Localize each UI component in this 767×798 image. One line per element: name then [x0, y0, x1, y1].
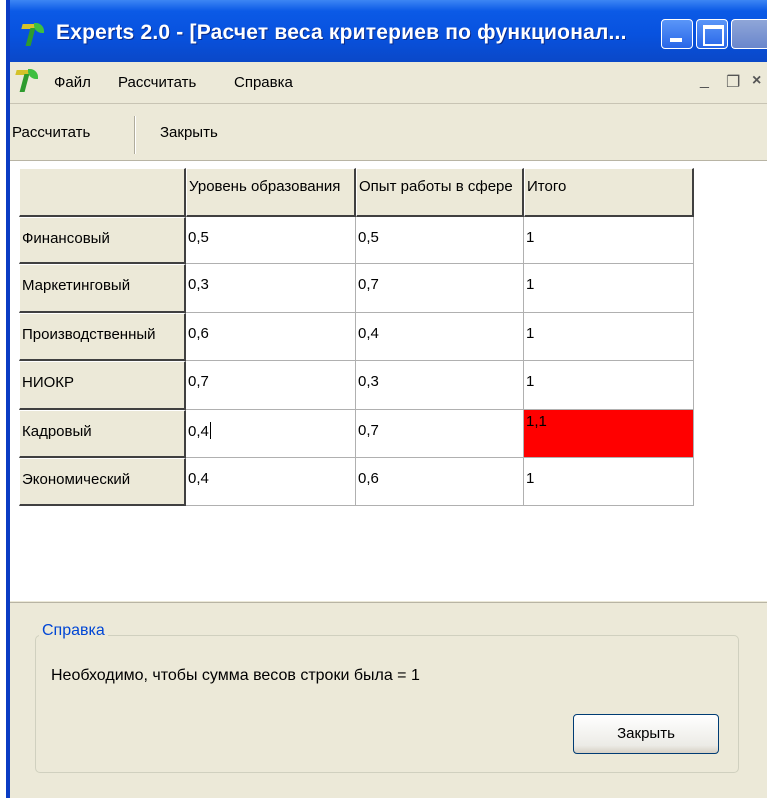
column-header-label: Опыт работы в сфере [359, 178, 513, 195]
row-label: Экономический [22, 471, 131, 488]
column-header[interactable]: Уровень образования [186, 168, 356, 217]
grid-cell[interactable]: 0,3 [186, 264, 356, 313]
column-header-label: Уровень образования [189, 178, 341, 195]
row-header[interactable]: Финансовый [19, 217, 186, 264]
grid-cell[interactable]: 0,3 [356, 361, 524, 410]
menu-help[interactable]: Справка [234, 74, 293, 91]
cell-value: 0,7 [358, 276, 379, 293]
total-cell[interactable]: 1 [524, 458, 694, 506]
cell-value: 0,6 [188, 325, 209, 342]
grid-cell[interactable]: 0,6 [186, 313, 356, 361]
close-window-icon[interactable] [731, 19, 767, 49]
grid-cell[interactable]: 0,7 [186, 361, 356, 410]
cell-value: 0,3 [358, 373, 379, 390]
cell-value: 0,3 [188, 276, 209, 293]
total-cell[interactable]: 1 [524, 264, 694, 313]
cell-value: 0,5 [358, 229, 379, 246]
menu-calculate[interactable]: Рассчитать [118, 74, 196, 91]
minimize-icon[interactable] [661, 19, 693, 49]
text-caret [209, 422, 211, 439]
app-window: Experts 2.0 - [Расчет веса критериев по … [6, 0, 767, 798]
cell-value: 0,4 [188, 470, 209, 487]
window-title: Experts 2.0 - [Расчет веса критериев по … [56, 21, 627, 44]
cell-value: 1 [526, 325, 535, 342]
help-close-button[interactable]: Закрыть [573, 714, 719, 754]
cell-value: 1,1 [526, 413, 547, 430]
row-label: Производственный [22, 326, 156, 343]
menu-bar: Файл Рассчитать Справка _ ❐ × [10, 62, 767, 104]
calculate-button[interactable]: Рассчитать [12, 124, 90, 141]
cell-value: 1 [526, 276, 535, 293]
maximize-icon[interactable] [696, 19, 728, 49]
active-grid-cell[interactable]: 0,4 [186, 410, 356, 458]
row-header[interactable]: Кадровый [19, 410, 186, 458]
column-header-label: Итого [527, 178, 567, 195]
row-label: Кадровый [22, 423, 92, 440]
child-close-icon[interactable]: × [752, 72, 761, 90]
grid-cell[interactable]: 0,6 [356, 458, 524, 506]
row-header[interactable]: Экономический [19, 458, 186, 506]
grid-cell[interactable]: 0,7 [356, 410, 524, 458]
cell-value: 0,5 [188, 229, 209, 246]
app-icon [20, 22, 46, 48]
close-button[interactable]: Закрыть [160, 124, 218, 141]
grid-cell[interactable]: 0,4 [356, 313, 524, 361]
menu-file[interactable]: Файл [54, 74, 91, 91]
document-icon[interactable] [14, 68, 40, 94]
child-minimize-icon[interactable]: _ [700, 72, 709, 90]
cell-value-text: 0,4 [188, 423, 209, 440]
row-label: НИОКР [22, 374, 75, 391]
row-header[interactable]: Производственный [19, 313, 186, 361]
cell-value: 1 [526, 470, 535, 487]
column-header[interactable]: Опыт работы в сфере [356, 168, 524, 217]
grid-cell[interactable]: 0,5 [356, 217, 524, 264]
grid-area: Уровень образования Опыт работы в сфере … [10, 161, 767, 601]
help-text: Необходимо, чтобы сумма весов строки был… [51, 667, 420, 684]
column-header[interactable]: Итого [524, 168, 694, 217]
help-title: Справка [39, 622, 108, 640]
toolbar: Рассчитать Закрыть [10, 104, 767, 161]
cell-value: 1 [526, 229, 535, 246]
cell-value: 1 [526, 373, 535, 390]
row-label: Маркетинговый [22, 277, 131, 294]
cell-value: 0,7 [358, 422, 379, 439]
cell-value: 0,4 [358, 325, 379, 342]
total-cell-error[interactable]: 1,1 [524, 410, 694, 458]
grid-corner [19, 168, 186, 217]
cell-value: 0,7 [188, 373, 209, 390]
help-panel: Справка Необходимо, чтобы сумма весов ст… [10, 602, 767, 798]
grid-cell[interactable]: 0,4 [186, 458, 356, 506]
cell-value: 0,4 [188, 422, 211, 440]
title-bar[interactable]: Experts 2.0 - [Расчет веса критериев по … [10, 0, 767, 62]
grid-cell[interactable]: 0,7 [356, 264, 524, 313]
row-label: Финансовый [22, 230, 110, 247]
total-cell[interactable]: 1 [524, 361, 694, 410]
total-cell[interactable]: 1 [524, 313, 694, 361]
cell-value: 0,6 [358, 470, 379, 487]
toolbar-separator [134, 116, 136, 154]
total-cell[interactable]: 1 [524, 217, 694, 264]
row-header[interactable]: Маркетинговый [19, 264, 186, 313]
child-restore-icon[interactable]: ❐ [726, 72, 740, 92]
grid-cell[interactable]: 0,5 [186, 217, 356, 264]
row-header[interactable]: НИОКР [19, 361, 186, 410]
